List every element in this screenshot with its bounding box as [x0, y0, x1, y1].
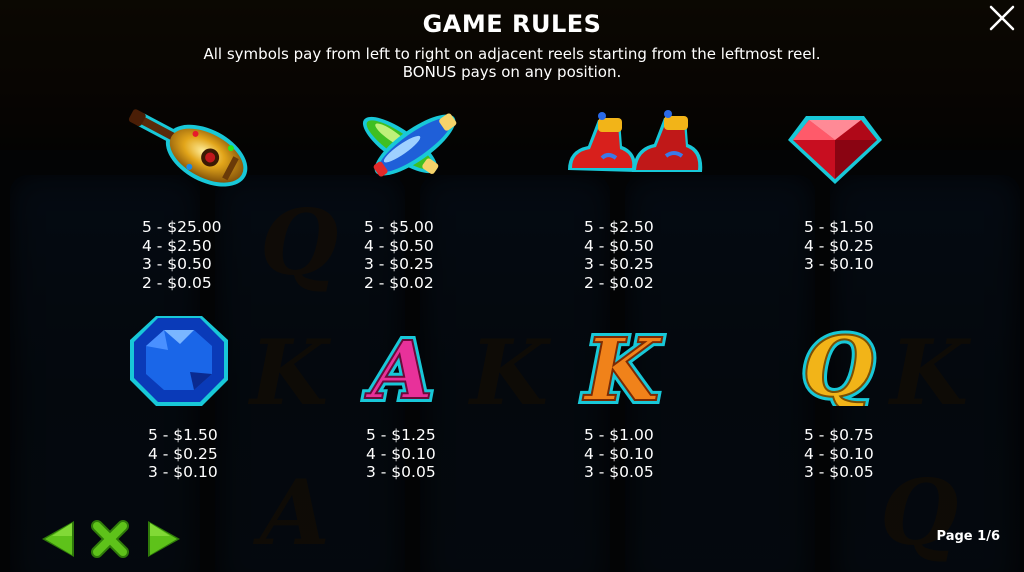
pay-line: 4 - $0.50	[364, 236, 434, 255]
page-indicator: Page 1/6	[936, 529, 1000, 544]
next-page-button[interactable]	[144, 518, 184, 560]
paytable-values: 5 - $25.00 4 - $2.50 3 - $0.50 2 - $0.05	[142, 218, 342, 292]
pay-line: 4 - $0.50	[584, 236, 654, 255]
pay-line: 5 - $1.25	[366, 426, 436, 444]
pay-line: 2 - $0.02	[364, 273, 434, 292]
pay-line: 3 - $0.25	[584, 255, 654, 273]
pay-line: 4 - $0.10	[804, 444, 874, 463]
pay-line: 3 - $0.50	[142, 255, 212, 273]
pay-line: 5 - $1.50	[804, 218, 874, 236]
letter-a-icon: A A	[360, 319, 437, 406]
pay-line: 5 - $2.50	[584, 218, 654, 236]
pay-line: 3 - $0.25	[364, 255, 434, 273]
previous-page-button[interactable]	[38, 518, 78, 560]
paytable-values: 5 - $1.00 4 - $0.10 3 - $0.05	[584, 426, 784, 482]
pay-line: 3 - $0.05	[584, 463, 654, 481]
pay-line: 3 - $0.10	[804, 255, 874, 273]
pay-line: 5 - $0.75	[804, 426, 874, 444]
close-icon[interactable]	[986, 2, 1018, 34]
pay-line: 4 - $0.10	[366, 444, 436, 463]
pay-line: 5 - $5.00	[364, 218, 434, 236]
paytable-values: 5 - $0.75 4 - $0.10 3 - $0.05	[804, 426, 1004, 482]
paytable-values: 5 - $1.25 4 - $0.10 3 - $0.05	[366, 426, 566, 482]
pay-line: 3 - $0.10	[148, 463, 218, 481]
svg-text:K: K	[582, 320, 663, 406]
paytable-values: 5 - $1.50 4 - $0.25 3 - $0.10	[804, 218, 1004, 274]
ruby-gem-icon	[788, 116, 882, 184]
pay-line: 3 - $0.05	[366, 463, 436, 481]
lute-icon	[128, 109, 248, 187]
pay-line: 5 - $25.00	[142, 218, 222, 236]
pay-line: 4 - $2.50	[142, 236, 212, 255]
pay-line: 5 - $1.50	[148, 426, 218, 444]
pay-line: 2 - $0.02	[584, 273, 654, 292]
pay-line: 4 - $0.10	[584, 444, 654, 463]
pay-line: 3 - $0.05	[804, 463, 874, 481]
pay-line: 5 - $1.00	[584, 426, 654, 444]
svg-text:A: A	[364, 323, 433, 406]
rules-description: All symbols pay from left to right on ad…	[203, 45, 821, 63]
pay-line: 2 - $0.05	[142, 273, 212, 292]
paytable-values: 5 - $1.50 4 - $0.25 3 - $0.10	[148, 426, 348, 482]
rules-description-bonus: BONUS pays on any position.	[402, 63, 622, 81]
paytable-values: 5 - $5.00 4 - $0.50 3 - $0.25 2 - $0.02	[364, 218, 564, 292]
svg-text:Q: Q	[802, 320, 873, 406]
pay-line: 4 - $0.25	[148, 444, 218, 463]
close-rules-button[interactable]	[88, 518, 132, 560]
letter-k-icon: K K	[578, 316, 667, 406]
letter-q-icon: Q Q	[798, 316, 877, 406]
page-title: GAME RULES	[422, 10, 602, 38]
sapphire-gem-icon	[130, 316, 228, 406]
jester-shoes-icon	[568, 110, 703, 172]
game-screen: Q K K K A Q GAME RULES All symbols pay f…	[0, 0, 1024, 572]
paytable-values: 5 - $2.50 4 - $0.50 3 - $0.25 2 - $0.02	[584, 218, 784, 292]
juggling-pins-icon	[362, 113, 457, 177]
pay-line: 4 - $0.25	[804, 236, 874, 255]
